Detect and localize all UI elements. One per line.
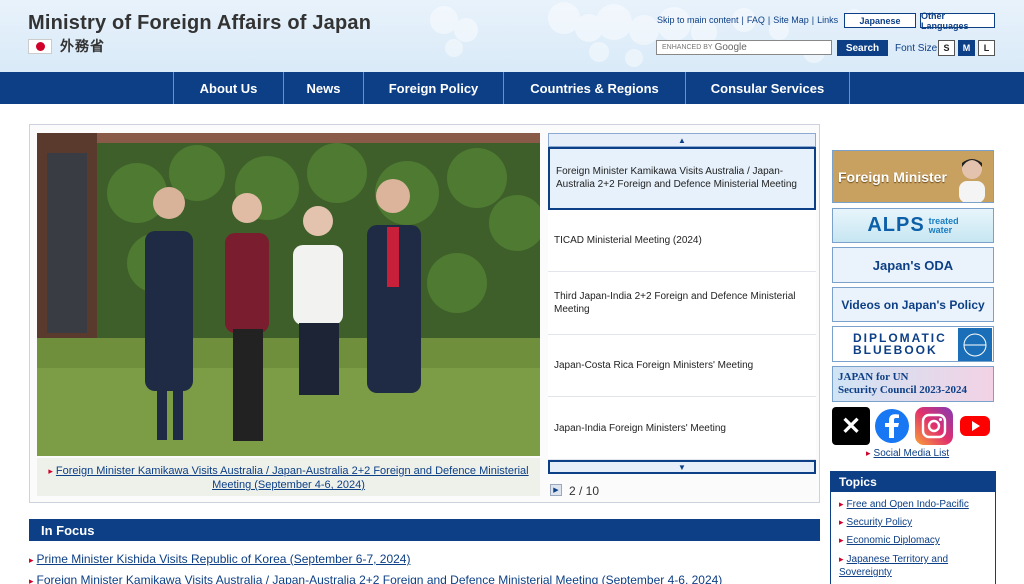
social-media-list: ▸ Social Media List xyxy=(866,448,949,459)
bullet-icon: ▸ xyxy=(839,499,844,509)
font-size-label: Font Size xyxy=(895,43,938,54)
foreign-minister-banner[interactable]: Foreign Minister xyxy=(832,150,994,203)
slide-list-item[interactable]: Japan-Costa Rica Foreign Ministers' Meet… xyxy=(548,334,816,398)
links-link[interactable]: Links xyxy=(817,15,838,25)
nav-consular-services[interactable]: Consular Services xyxy=(685,72,850,104)
chevron-down-icon: ▼ xyxy=(678,462,686,472)
slide-caption-link[interactable]: Foreign Minister Kamikawa Visits Austral… xyxy=(56,465,529,491)
topics-box: Topics ▸ Free and Open Indo-Pacific ▸ Secu… xyxy=(830,471,996,584)
youtube-glyph xyxy=(959,416,990,436)
globe-icon xyxy=(958,328,992,361)
facebook-icon[interactable] xyxy=(873,407,911,445)
topic-link[interactable]: Japanese Territory and Sovereignty xyxy=(839,554,948,578)
bullet-icon: ▸ xyxy=(839,517,844,527)
separator: | xyxy=(741,15,744,25)
alps-banner-text: ALPS xyxy=(867,214,925,236)
slide-pager: 2 / 10 xyxy=(569,484,600,498)
slide-caption: ▸ Foreign Minister Kamikawa Visits Austra… xyxy=(37,458,540,496)
site-title[interactable]: Ministry of Foreign Affairs of Japan xyxy=(28,12,371,35)
videos-policy-banner[interactable]: Videos on Japan's Policy xyxy=(832,287,994,322)
font-size-small-button[interactable]: S xyxy=(938,40,955,56)
focus-list-item: ▸ Foreign Minister Kamikawa Visits Austra… xyxy=(29,573,722,584)
world-map-background xyxy=(430,2,863,67)
japans-oda-banner[interactable]: Japan's ODA xyxy=(832,247,994,283)
topic-link[interactable]: Free and Open Indo-Pacific xyxy=(847,499,969,510)
search-input[interactable]: ENHANCED BY Google xyxy=(656,40,832,55)
topic-item: ▸ Japanese Territory and Sovereignty xyxy=(839,553,989,579)
nav-countries-regions[interactable]: Countries & Regions xyxy=(503,72,685,104)
separator: | xyxy=(767,15,771,25)
topic-item: ▸ Security Policy xyxy=(839,516,989,529)
bullet-icon: ▸ xyxy=(29,555,34,565)
instagram-icon[interactable] xyxy=(914,407,953,445)
slideshow-play-button[interactable]: ▶ xyxy=(550,484,562,496)
nav-news[interactable]: News xyxy=(283,72,363,104)
alps-banner-sub: treated water xyxy=(928,216,959,235)
instagram-glyph xyxy=(921,413,946,439)
focus-link[interactable]: Foreign Minister Kamikawa Visits Austral… xyxy=(37,573,723,584)
nav-about-us[interactable]: About Us xyxy=(173,72,283,104)
topics-heading: Topics xyxy=(831,472,995,492)
bullet-icon: ▸ xyxy=(866,448,871,458)
main-nav: About Us News Foreign Policy Countries &… xyxy=(0,72,1024,104)
social-icons-row: ✕ xyxy=(832,405,994,447)
nav-foreign-policy[interactable]: Foreign Policy xyxy=(363,72,503,104)
x-glyph: ✕ xyxy=(840,412,862,440)
youtube-icon[interactable] xyxy=(956,407,994,445)
diplomatic-bluebook-banner[interactable]: DIPLOMATIC BLUEBOOK xyxy=(832,326,994,362)
faq-link[interactable]: FAQ xyxy=(747,15,765,25)
slide-list-item[interactable]: Foreign Minister Kamikawa Visits Austral… xyxy=(548,147,816,210)
slide-photo-illustration xyxy=(37,133,540,456)
separator: | xyxy=(811,15,815,25)
skip-to-main-link[interactable]: Skip to main content xyxy=(657,15,739,25)
topic-link[interactable]: Economic Diplomacy xyxy=(847,535,940,546)
chevron-up-icon: ▲ xyxy=(678,135,686,145)
oda-banner-text: Japan's ODA xyxy=(872,257,954,273)
minister-portrait-icon xyxy=(959,159,985,202)
japan-flag-icon xyxy=(28,38,52,54)
site-map-link[interactable]: Site Map xyxy=(773,15,809,25)
bullet-icon: ▸ xyxy=(839,554,844,564)
jp-logo-row: 外務省 xyxy=(28,36,105,56)
search-placeholder-prefix: ENHANCED BY xyxy=(662,44,713,51)
search-placeholder-brand: Google xyxy=(714,42,747,53)
slide-list-item[interactable]: TICAD Ministerial Meeting (2024) xyxy=(548,209,816,273)
font-size-medium-button[interactable]: M xyxy=(958,40,975,56)
foreign-minister-banner-text: Foreign Minister xyxy=(838,168,947,185)
jp-ministry-name: 外務省 xyxy=(60,38,105,54)
other-languages-button[interactable]: Other Languages xyxy=(920,11,995,31)
social-media-list-link[interactable]: Social Media List xyxy=(874,448,950,459)
un-banner-line1: JAPAN for UN xyxy=(838,371,909,383)
un-banner-line2: Security Council 2023-2024 xyxy=(838,384,967,396)
search-button[interactable]: Search xyxy=(837,40,888,56)
focus-link[interactable]: Prime Minister Kishida Visits Republic o… xyxy=(37,552,411,566)
slide-list-item[interactable]: Third Japan-India 2+2 Foreign and Defenc… xyxy=(548,272,816,335)
bluebook-line2: BLUEBOOK xyxy=(853,343,938,357)
slide-down-button[interactable]: ▼ xyxy=(548,460,816,474)
slide-up-button[interactable]: ▲ xyxy=(548,133,816,147)
font-size-large-button[interactable]: L xyxy=(978,40,995,56)
in-focus-heading: In Focus xyxy=(29,519,820,541)
japanese-language-button[interactable]: Japanese xyxy=(844,13,916,28)
play-icon: ▶ xyxy=(553,487,559,494)
videos-banner-text: Videos on Japan's Policy xyxy=(841,297,985,312)
alps-treated-water-banner[interactable]: ALPS treated water xyxy=(832,208,994,243)
x-twitter-icon[interactable]: ✕ xyxy=(832,407,870,445)
topic-item: ▸ Free and Open Indo-Pacific xyxy=(839,498,989,511)
facebook-glyph xyxy=(875,409,910,443)
topic-item: ▸ Economic Diplomacy xyxy=(839,534,989,547)
utility-links: Skip to main content | FAQ | Site Map | … xyxy=(657,15,838,25)
bullet-icon: ▸ xyxy=(839,535,844,545)
focus-list-item: ▸ Prime Minister Kishida Visits Republic … xyxy=(29,552,410,566)
slide-list-item[interactable]: Japan-India Foreign Ministers' Meeting xyxy=(548,397,816,460)
slide-list: ▲ Foreign Minister Kamikawa Visits Austr… xyxy=(548,133,816,460)
japan-un-security-council-banner[interactable]: JAPAN for UN Security Council 2023-2024 xyxy=(832,366,994,402)
slide-photo[interactable] xyxy=(37,133,540,456)
topic-link[interactable]: Security Policy xyxy=(847,517,913,528)
bullet-icon: ▸ xyxy=(29,576,34,584)
site-header: Ministry of Foreign Affairs of Japan 外務省… xyxy=(0,0,1024,72)
alps-banner-sub2: water xyxy=(928,224,953,235)
caption-bullet-icon: ▸ xyxy=(48,466,53,476)
